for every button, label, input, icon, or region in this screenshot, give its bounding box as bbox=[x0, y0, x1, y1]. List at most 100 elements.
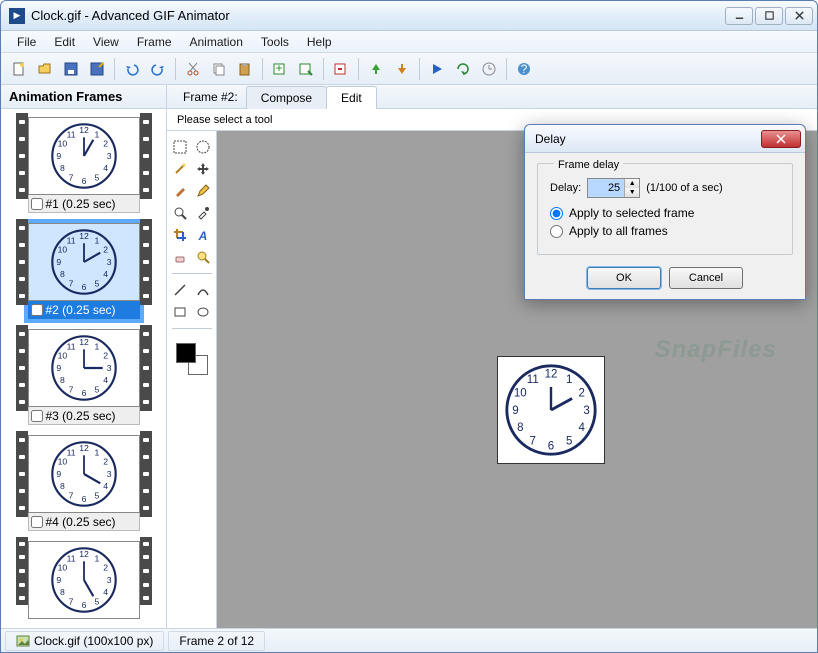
svg-text:8: 8 bbox=[60, 269, 65, 279]
text-icon[interactable]: A bbox=[193, 225, 213, 245]
radio-all-input[interactable] bbox=[550, 225, 563, 238]
radio-selected-input[interactable] bbox=[550, 207, 563, 220]
brush-icon[interactable] bbox=[170, 181, 190, 201]
svg-text:1: 1 bbox=[94, 553, 99, 563]
cancel-button[interactable]: Cancel bbox=[669, 267, 743, 289]
menu-edit[interactable]: Edit bbox=[46, 33, 83, 51]
redo-icon[interactable] bbox=[146, 57, 170, 81]
delay-input[interactable] bbox=[588, 179, 624, 197]
eyedropper-icon[interactable] bbox=[193, 203, 213, 223]
frame-thumbnail[interactable]: 1212 345 678 91011 bbox=[28, 329, 140, 407]
cut-icon[interactable] bbox=[181, 57, 205, 81]
svg-text:10: 10 bbox=[57, 457, 67, 467]
image-icon bbox=[16, 634, 30, 648]
move-down-icon[interactable] bbox=[390, 57, 414, 81]
svg-text:10: 10 bbox=[57, 563, 67, 573]
frame-thumbnail[interactable]: 1212 345 678 91011 bbox=[28, 435, 140, 513]
tab-edit[interactable]: Edit bbox=[326, 86, 377, 109]
frames-list[interactable]: 1212 345 678 91011 #1 (0.25 sec) 1212 34… bbox=[1, 109, 166, 628]
play-icon[interactable] bbox=[425, 57, 449, 81]
svg-text:3: 3 bbox=[106, 575, 111, 585]
frame-checkbox[interactable] bbox=[31, 516, 43, 528]
save-icon[interactable] bbox=[59, 57, 83, 81]
open-file-icon[interactable] bbox=[33, 57, 57, 81]
frames impropanel-header: Animation Frames bbox=[1, 85, 166, 109]
dialog-title: Delay bbox=[535, 132, 761, 146]
svg-text:12: 12 bbox=[545, 368, 558, 380]
insert-frame-from-file-icon[interactable] bbox=[294, 57, 318, 81]
frame-checkbox[interactable] bbox=[31, 198, 43, 210]
frame-thumbnail[interactable]: 1212 345 678 91011 bbox=[28, 541, 140, 619]
eraser-icon[interactable] bbox=[170, 247, 190, 267]
svg-text:3: 3 bbox=[106, 151, 111, 161]
ellipse-icon[interactable] bbox=[193, 302, 213, 322]
svg-text:+: + bbox=[275, 61, 282, 75]
frame-indicator: Frame #2: bbox=[175, 86, 246, 108]
close-button[interactable] bbox=[785, 7, 813, 25]
svg-text:11: 11 bbox=[527, 374, 539, 386]
menu-file[interactable]: File bbox=[9, 33, 44, 51]
crop-icon[interactable] bbox=[170, 225, 190, 245]
menu-help[interactable]: Help bbox=[299, 33, 340, 51]
delay-icon[interactable] bbox=[477, 57, 501, 81]
frame-item[interactable]: 1212 345 678 91011 #2 (0.25 sec) bbox=[5, 219, 162, 323]
frame-item[interactable]: 1212 345 678 91011 #4 (0.25 sec) bbox=[5, 431, 162, 535]
menu-tools[interactable]: Tools bbox=[253, 33, 297, 51]
delay-spinner[interactable]: ▲ ▼ bbox=[587, 178, 640, 198]
frame-item[interactable]: 1212 345 678 91011 #3 (0.25 sec) bbox=[5, 325, 162, 429]
copy-icon[interactable] bbox=[207, 57, 231, 81]
foreground-color-swatch[interactable] bbox=[176, 343, 196, 363]
svg-text:3: 3 bbox=[106, 257, 111, 267]
frame-caption: #4 (0.25 sec) bbox=[28, 513, 140, 531]
svg-text:9: 9 bbox=[56, 151, 61, 161]
frame-label-text: #2 (0.25 sec) bbox=[46, 303, 116, 317]
new-file-icon[interactable] bbox=[7, 57, 31, 81]
radio-all-frames[interactable]: Apply to all frames bbox=[550, 224, 780, 238]
dialog-close-button[interactable] bbox=[761, 130, 801, 148]
move-icon[interactable] bbox=[193, 159, 213, 179]
move-up-icon[interactable] bbox=[364, 57, 388, 81]
spinner-down-icon[interactable]: ▼ bbox=[625, 188, 639, 197]
svg-text:5: 5 bbox=[94, 278, 99, 288]
canvas-image[interactable]: 1212 345 678 91011 bbox=[497, 356, 605, 464]
delete-frame-icon[interactable] bbox=[329, 57, 353, 81]
frame-item[interactable]: 1212 345 678 91011 #1 (0.25 sec) bbox=[5, 113, 162, 217]
radio-all-label: Apply to all frames bbox=[569, 224, 668, 238]
frame-thumbnail[interactable]: 1212 345 678 91011 bbox=[28, 223, 140, 301]
menu-view[interactable]: View bbox=[85, 33, 127, 51]
maximize-button[interactable] bbox=[755, 7, 783, 25]
app-icon: ▶ bbox=[9, 8, 25, 24]
ok-button[interactable]: OK bbox=[587, 267, 661, 289]
zoom-icon[interactable] bbox=[170, 203, 190, 223]
rect-icon[interactable] bbox=[170, 302, 190, 322]
magnify-icon[interactable] bbox=[193, 247, 213, 267]
svg-text:7: 7 bbox=[68, 278, 73, 288]
line-icon[interactable] bbox=[170, 280, 190, 300]
rect-select-icon[interactable] bbox=[170, 137, 190, 157]
frame-thumbnail[interactable]: 1212 345 678 91011 bbox=[28, 117, 140, 195]
saveas-icon[interactable] bbox=[85, 57, 109, 81]
pencil-icon[interactable] bbox=[193, 181, 213, 201]
frame-checkbox[interactable] bbox=[31, 304, 43, 316]
insert-frame-icon[interactable]: + bbox=[268, 57, 292, 81]
frame-checkbox[interactable] bbox=[31, 410, 43, 422]
radio-selected-frame[interactable]: Apply to selected frame bbox=[550, 206, 780, 220]
wand-icon[interactable] bbox=[170, 159, 190, 179]
spinner-up-icon[interactable]: ▲ bbox=[625, 179, 639, 188]
paste-icon[interactable] bbox=[233, 57, 257, 81]
menu-animation[interactable]: Animation bbox=[182, 33, 251, 51]
help-icon[interactable]: ? bbox=[512, 57, 536, 81]
svg-text:9: 9 bbox=[56, 257, 61, 267]
frame-item[interactable]: 1212 345 678 91011 bbox=[5, 537, 162, 623]
minimize-button[interactable] bbox=[725, 7, 753, 25]
svg-text:1: 1 bbox=[94, 447, 99, 457]
curve-icon[interactable] bbox=[193, 280, 213, 300]
status-file-label: Clock.gif (100x100 px) bbox=[34, 634, 153, 648]
dialog-titlebar[interactable]: Delay bbox=[525, 125, 805, 153]
tab-compose[interactable]: Compose bbox=[246, 86, 327, 109]
undo-icon[interactable] bbox=[120, 57, 144, 81]
ellipse-select-icon[interactable] bbox=[193, 137, 213, 157]
color-swatches[interactable] bbox=[176, 343, 208, 375]
menu-frame[interactable]: Frame bbox=[129, 33, 180, 51]
loop-icon[interactable] bbox=[451, 57, 475, 81]
